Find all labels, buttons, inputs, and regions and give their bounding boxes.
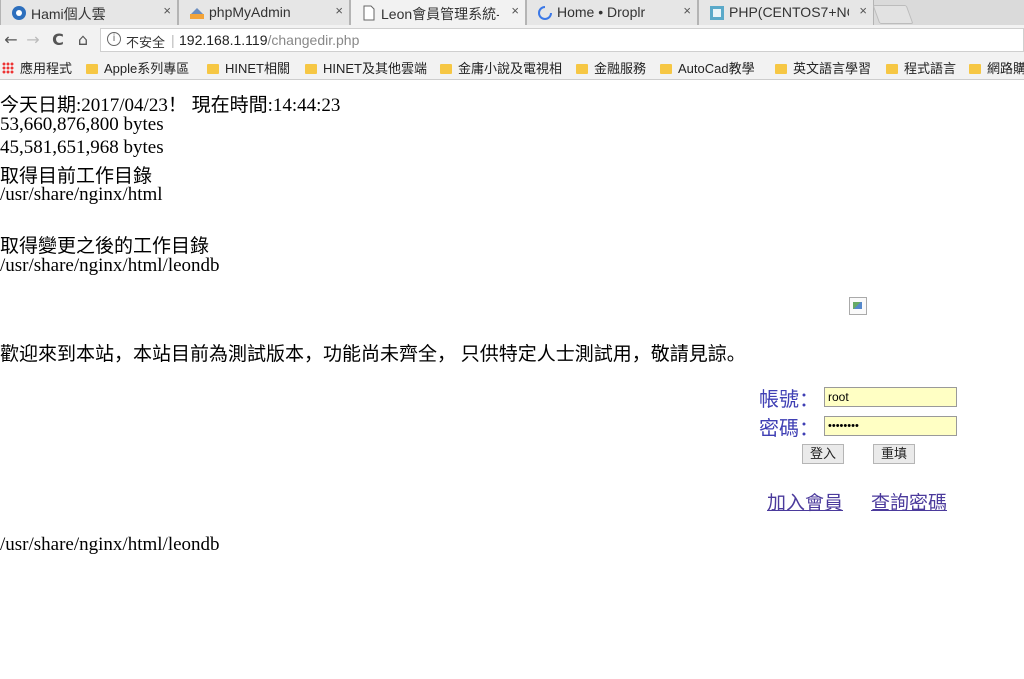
disk-free-bytes: 45,581,651,968 bytes [0,137,164,158]
bookmark-folder[interactable]: HINET相關 [207,58,290,77]
reload-icon[interactable]: C [47,29,69,51]
phpmyadmin-icon [190,8,204,19]
bookmark-label: 金融服務 [594,61,647,76]
browser-toolbar: ← → C ⌂ i 不安全 | 192.168.1.119/changedir.… [0,25,1024,55]
bookmark-label: 英文語言學習 [793,61,872,76]
close-icon[interactable]: × [859,3,867,18]
reset-button[interactable]: 重填 [873,444,915,464]
bookmark-label: HINET及其他雲端 [323,61,428,76]
account-label: 帳號： [759,389,819,411]
bookmark-folder[interactable]: 英文語言學習 [775,58,871,77]
folder-icon [886,64,898,74]
bookmark-label: 金庸小說及電視相 [458,61,563,76]
tab-label: Home • Droplr [557,4,646,20]
bookmark-folder[interactable]: AutoCad教學 [660,58,755,77]
date-time-line: 今天日期:2017/04/23！ 現在時間:14:44:23 [0,95,341,116]
address-bar[interactable]: i 不安全 | 192.168.1.119/changedir.php [100,28,1024,52]
tab-hami[interactable]: Hami個人雲 × [0,0,178,25]
bookmark-label: 應用程式 [20,61,73,76]
site-icon [710,6,724,20]
info-icon[interactable]: i [107,32,121,46]
broken-image-icon [849,297,867,315]
bookmark-folder[interactable]: HINET及其他雲端 [305,58,434,77]
hami-icon [12,6,26,20]
bookmark-folder[interactable]: 網路購 [969,58,1024,77]
folder-icon [207,64,219,74]
url-path: /changedir.php [267,32,360,48]
close-icon[interactable]: × [163,3,171,18]
folder-icon [969,64,981,74]
tab-phpmyadmin[interactable]: phpMyAdmin × [178,0,350,25]
bookmark-label: 網路購 [987,61,1024,76]
home-icon[interactable]: ⌂ [72,29,94,51]
welcome-message: 歡迎來到本站，本站目前為測試版本，功能尚未齊全， 只供特定人士測試用，敬請見諒。 [0,344,746,365]
tab-label: Hami個人雲 [31,6,106,22]
tab-label: Leon會員管理系統- [381,6,499,22]
folder-icon [86,64,98,74]
forward-icon[interactable]: → [22,29,44,51]
tab-leon[interactable]: Leon會員管理系統- × [350,0,526,25]
apps-icon [2,62,14,74]
folder-icon [440,64,452,74]
bookmark-label: AutoCad教學 [678,61,755,76]
close-icon[interactable]: × [683,3,691,18]
bookmark-label: HINET相關 [225,61,291,76]
back-icon[interactable]: ← [0,29,22,51]
tab-strip: Hami個人雲 × phpMyAdmin × Leon會員管理系統- × Hom… [0,0,1024,25]
bookmark-label: 程式語言 [904,61,957,76]
page-icon [363,5,375,21]
lookup-password-link[interactable]: 查詢密碼 [871,488,947,515]
bookmark-folder[interactable]: 金庸小說及電視相 [440,58,565,77]
footer-path: /usr/share/nginx/html/leondb [0,534,220,555]
bookmark-folder[interactable]: 程式語言 [886,58,956,77]
account-input[interactable] [824,387,957,407]
bookmark-folder[interactable]: 金融服務 [576,58,646,77]
cwd-value: /usr/share/nginx/html [0,184,163,205]
url-text[interactable]: 192.168.1.119/changedir.php [179,32,359,48]
bookmark-folder[interactable]: Apple系列專區 [86,58,189,77]
tab-droplr[interactable]: Home • Droplr × [526,0,698,25]
folder-icon [775,64,787,74]
folder-icon [660,64,672,74]
bookmarks-bar: 應用程式 Apple系列專區 HINET相關 HINET及其他雲端 金庸小說及電… [0,55,1024,80]
newdir-heading: 取得變更之後的工作目錄 [0,236,210,257]
close-icon[interactable]: × [511,3,519,18]
login-button[interactable]: 登入 [802,444,844,464]
bookmark-label: Apple系列專區 [104,61,190,76]
tab-label: PHP(CENTOS7+NG [729,4,849,20]
tab-label: phpMyAdmin [209,4,291,20]
password-label: 密碼： [759,418,819,440]
folder-icon [305,64,317,74]
close-icon[interactable]: × [335,3,343,18]
security-label[interactable]: 不安全 [126,32,165,51]
new-tab-button[interactable] [872,5,914,24]
page-content: 今天日期:2017/04/23！ 現在時間:14:44:23 53,660,87… [0,80,1024,679]
bookmark-apps[interactable]: 應用程式 [2,58,72,77]
disk-total-bytes: 53,660,876,800 bytes [0,114,164,135]
tab-php[interactable]: PHP(CENTOS7+NG × [698,0,874,25]
divider: | [171,32,175,48]
join-member-link[interactable]: 加入會員 [767,488,843,515]
loading-icon [538,6,552,20]
password-input[interactable] [824,416,957,436]
url-host: 192.168.1.119 [179,32,268,48]
folder-icon [576,64,588,74]
newdir-value: /usr/share/nginx/html/leondb [0,255,220,276]
